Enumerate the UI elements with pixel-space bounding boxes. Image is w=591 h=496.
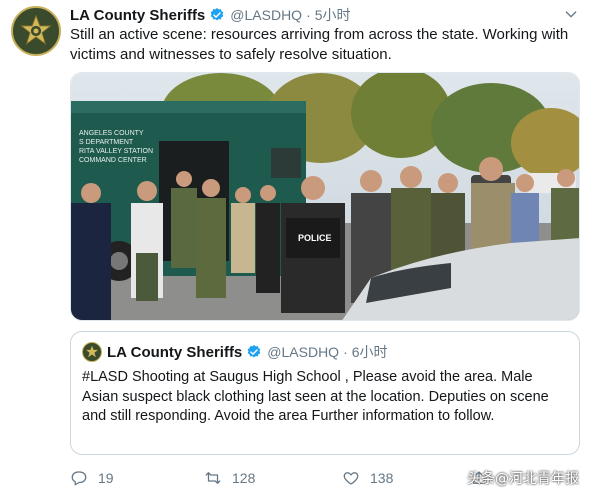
reply-count: 19	[98, 470, 114, 486]
avatar[interactable]	[11, 6, 61, 56]
author-name[interactable]: LA County Sheriffs	[70, 7, 205, 24]
sheriff-star-icon	[86, 345, 98, 358]
heart-icon	[343, 472, 359, 485]
separator-dot: ·	[343, 344, 348, 360]
source-watermark: 头条@河北青年报	[467, 471, 579, 487]
scene-photo: ANGELES COUNTY S DEPARTMENT RITA VALLEY …	[71, 73, 579, 320]
separator-dot: ·	[306, 7, 311, 23]
like-count: 138	[370, 470, 394, 486]
chevron-down-icon[interactable]	[563, 6, 579, 22]
tweet-text: Still an active scene: resources arrivin…	[70, 26, 569, 63]
retweet-icon	[205, 472, 221, 484]
tweet-timestamp[interactable]: 5小时	[315, 5, 351, 25]
quoted-header: LA County Sheriffs @LASDHQ · 6小时	[107, 342, 388, 362]
sheriff-star-icon	[20, 14, 52, 45]
quoted-timestamp: 6小时	[351, 344, 388, 360]
van-line-2: S DEPARTMENT	[79, 139, 134, 146]
retweet-button[interactable]: 128	[204, 469, 255, 487]
tweet-header: LA County Sheriffs @LASDHQ · 5小时	[70, 4, 583, 26]
quoted-handle: @LASDHQ	[267, 344, 340, 360]
van-line-1: ANGELES COUNTY	[79, 130, 144, 137]
reply-icon	[71, 471, 87, 486]
author-handle[interactable]: @LASDHQ	[230, 7, 302, 23]
like-button[interactable]: 138	[342, 469, 393, 487]
retweet-count: 128	[232, 470, 256, 486]
quoted-avatar	[82, 342, 102, 362]
quoted-tweet[interactable]: LA County Sheriffs @LASDHQ · 6小时 #LASD S…	[70, 331, 580, 455]
van-line-3: RITA VALLEY STATION	[79, 148, 153, 155]
reply-button[interactable]: 19	[70, 469, 114, 487]
verified-badge-icon	[210, 8, 224, 21]
van-line-4: COMMAND CENTER	[79, 157, 147, 164]
police-vest-label: POLICE	[298, 233, 332, 243]
quoted-text: #LASD Shooting at Saugus High School , P…	[82, 369, 549, 424]
tweet-photo[interactable]: ANGELES COUNTY S DEPARTMENT RITA VALLEY …	[70, 72, 580, 321]
verified-badge-icon	[247, 345, 261, 358]
quoted-author-name: LA County Sheriffs	[107, 343, 243, 361]
